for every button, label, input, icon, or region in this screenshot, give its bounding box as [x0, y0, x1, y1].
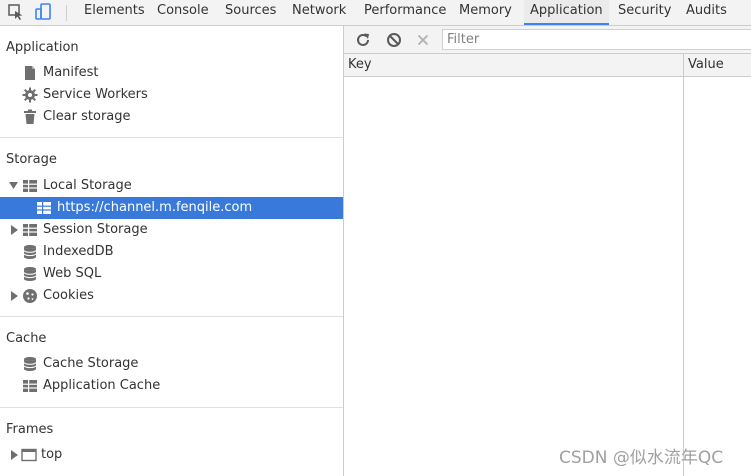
sidebar-item-label: Application Cache: [43, 378, 161, 393]
section-divider: [0, 316, 343, 317]
sidebar-item-label: Web SQL: [43, 266, 102, 281]
table-grid-icon: [37, 202, 51, 214]
section-title-cache: Cache: [6, 331, 47, 346]
tab-console[interactable]: Console: [157, 0, 209, 25]
sidebar-item-label: IndexedDB: [43, 244, 114, 259]
database-icon: [23, 267, 37, 281]
section-divider: [0, 137, 343, 138]
toolbar-separator: [66, 5, 67, 21]
sidebar-item-service-workers[interactable]: Service Workers: [0, 84, 343, 106]
sidebar-item-label: Cookies: [43, 288, 94, 303]
tab-security[interactable]: Security: [618, 0, 671, 25]
sidebar-item-label: Local Storage: [43, 178, 132, 193]
refresh-icon[interactable]: [354, 31, 372, 49]
csdn-watermark: CSDN @似水流年QC: [559, 448, 724, 468]
trash-icon: [24, 109, 36, 124]
table-grid-icon: [23, 180, 37, 192]
database-icon: [23, 245, 37, 259]
delete-selected-icon[interactable]: [414, 31, 432, 49]
tab-network[interactable]: Network: [292, 0, 346, 25]
section-divider: [0, 407, 343, 408]
filter-input[interactable]: [442, 29, 751, 50]
sidebar-item-session-storage[interactable]: Session Storage: [0, 219, 343, 241]
tab-audits[interactable]: Audits: [686, 0, 727, 25]
inspect-element-icon[interactable]: [7, 3, 25, 21]
expand-arrow-right-icon[interactable]: [10, 291, 19, 301]
sidebar-item-local-storage-origin[interactable]: https://channel.m.fenqile.com: [0, 197, 343, 219]
section-title-application: Application: [6, 40, 79, 55]
sidebar-item-label: Session Storage: [43, 222, 148, 237]
cookie-icon: [23, 289, 37, 303]
device-toolbar-icon[interactable]: [35, 3, 53, 21]
gear-icon: [22, 87, 38, 103]
sidebar-item-cookies[interactable]: Cookies: [0, 285, 343, 307]
section-title-storage: Storage: [6, 152, 57, 167]
sidebar-item-label: https://channel.m.fenqile.com: [57, 200, 253, 215]
column-divider[interactable]: [683, 54, 684, 476]
devtools-tabbar: Elements Console Sources Network Perform…: [0, 0, 751, 26]
tab-sources[interactable]: Sources: [225, 0, 276, 25]
column-header-value[interactable]: Value: [688, 57, 724, 72]
sidebar-item-label: Service Workers: [43, 87, 148, 102]
clear-all-icon[interactable]: [385, 31, 403, 49]
expand-arrow-right-icon[interactable]: [10, 225, 19, 235]
column-header-key[interactable]: Key: [348, 57, 372, 72]
expand-arrow-down-icon[interactable]: [9, 181, 18, 191]
tab-performance[interactable]: Performance: [364, 0, 446, 25]
application-sidebar: Application Manifest Service Workers Cle…: [0, 26, 344, 476]
expand-arrow-right-icon[interactable]: [10, 450, 19, 460]
sidebar-item-manifest[interactable]: Manifest: [0, 62, 343, 84]
sidebar-item-web-sql[interactable]: Web SQL: [0, 263, 343, 285]
table-grid-icon: [23, 380, 37, 392]
frame-window-icon: [21, 448, 37, 462]
storage-table-header: Key Value: [344, 54, 751, 77]
sidebar-item-label: Clear storage: [43, 109, 131, 124]
tab-application[interactable]: Application: [524, 0, 609, 25]
sidebar-item-application-cache[interactable]: Application Cache: [0, 375, 343, 397]
sidebar-item-clear-storage[interactable]: Clear storage: [0, 106, 343, 128]
database-icon: [23, 357, 37, 371]
sidebar-item-frame-top[interactable]: top: [0, 444, 343, 466]
storage-toolbar: [344, 26, 751, 54]
sidebar-item-label: top: [41, 447, 63, 462]
table-grid-icon: [23, 224, 37, 236]
sidebar-item-label: Manifest: [43, 65, 99, 80]
file-icon: [25, 66, 35, 80]
sidebar-item-cache-storage[interactable]: Cache Storage: [0, 353, 343, 375]
sidebar-item-indexeddb[interactable]: IndexedDB: [0, 241, 343, 263]
sidebar-item-label: Cache Storage: [43, 356, 139, 371]
tab-elements[interactable]: Elements: [84, 0, 145, 25]
storage-items-panel: Key Value: [344, 26, 751, 476]
section-title-frames: Frames: [6, 422, 54, 437]
tab-memory[interactable]: Memory: [459, 0, 512, 25]
sidebar-item-local-storage[interactable]: Local Storage: [0, 175, 343, 197]
